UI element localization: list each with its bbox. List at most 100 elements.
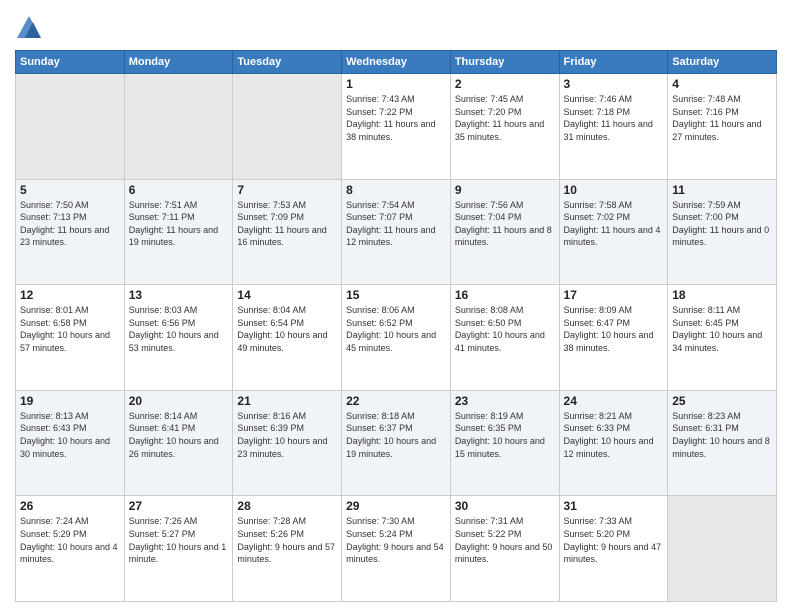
calendar-cell: 18Sunrise: 8:11 AM Sunset: 6:45 PM Dayli… bbox=[668, 285, 777, 391]
calendar-cell: 16 Sunrise: 8:08 AM Sunset: 6:50 PM Dayli… bbox=[450, 285, 559, 391]
day-number: 3 bbox=[564, 77, 664, 91]
day-info: Sunrise: 7:24 AM Sunset: 5:29 PM Dayligh… bbox=[20, 515, 120, 565]
day-info: Sunrise: 8:08 AM Sunset: 6:50 PM Dayligh… bbox=[455, 304, 555, 354]
day-number: 2 bbox=[455, 77, 555, 91]
day-number: 28 bbox=[237, 499, 337, 513]
day-info: Sunrise: 7:26 AM Sunset: 5:27 PM Dayligh… bbox=[129, 515, 229, 565]
calendar-cell: 1 Sunrise: 7:43 AM Sunset: 7:22 PM Daylig… bbox=[342, 74, 451, 180]
day-info: Sunrise: 8:06 AM Sunset: 6:52 PM Dayligh… bbox=[346, 304, 446, 354]
calendar-cell: 30Sunrise: 7:31 AM Sunset: 5:22 PM Dayli… bbox=[450, 496, 559, 602]
day-number: 31 bbox=[564, 499, 664, 513]
calendar-cell: 19 Sunrise: 8:13 AM Sunset: 6:43 PM Dayli… bbox=[16, 390, 125, 496]
calendar-cell: 12Sunrise: 8:01 AM Sunset: 6:58 PM Dayli… bbox=[16, 285, 125, 391]
day-number: 8 bbox=[346, 183, 446, 197]
day-info: Sunrise: 7:28 AM Sunset: 5:26 PM Dayligh… bbox=[237, 515, 337, 565]
calendar-cell: 11Sunrise: 7:59 AM Sunset: 7:00 PM Dayli… bbox=[668, 179, 777, 285]
weekday-header-wednesday: Wednesday bbox=[342, 51, 451, 74]
calendar-cell: 17 Sunrise: 8:09 AM Sunset: 6:47 PM Dayli… bbox=[559, 285, 668, 391]
calendar-cell bbox=[668, 496, 777, 602]
weekday-header-monday: Monday bbox=[124, 51, 233, 74]
day-info: Sunrise: 7:54 AM Sunset: 7:07 PM Dayligh… bbox=[346, 199, 446, 249]
calendar-cell: 6 Sunrise: 7:51 AM Sunset: 7:11 PM Daylig… bbox=[124, 179, 233, 285]
day-number: 26 bbox=[20, 499, 120, 513]
day-number: 30 bbox=[455, 499, 555, 513]
calendar-cell: 14Sunrise: 8:04 AM Sunset: 6:54 PM Dayli… bbox=[233, 285, 342, 391]
day-info: Sunrise: 8:03 AM Sunset: 6:56 PM Dayligh… bbox=[129, 304, 229, 354]
day-info: Sunrise: 7:48 AM Sunset: 7:16 PM Dayligh… bbox=[672, 93, 772, 143]
day-number: 22 bbox=[346, 394, 446, 408]
calendar-cell: 27Sunrise: 7:26 AM Sunset: 5:27 PM Dayli… bbox=[124, 496, 233, 602]
day-number: 10 bbox=[564, 183, 664, 197]
calendar-cell: 3 Sunrise: 7:46 AM Sunset: 7:18 PM Daylig… bbox=[559, 74, 668, 180]
calendar-week-row: 12Sunrise: 8:01 AM Sunset: 6:58 PM Dayli… bbox=[16, 285, 777, 391]
day-number: 5 bbox=[20, 183, 120, 197]
weekday-header-sunday: Sunday bbox=[16, 51, 125, 74]
calendar-week-row: 5 Sunrise: 7:50 AM Sunset: 7:13 PM Daylig… bbox=[16, 179, 777, 285]
day-info: Sunrise: 7:43 AM Sunset: 7:22 PM Dayligh… bbox=[346, 93, 446, 143]
page: SundayMondayTuesdayWednesdayThursdayFrid… bbox=[0, 0, 792, 612]
calendar-cell: 29 Sunrise: 7:30 AM Sunset: 5:24 PM Dayli… bbox=[342, 496, 451, 602]
day-info: Sunrise: 7:50 AM Sunset: 7:13 PM Dayligh… bbox=[20, 199, 120, 249]
weekday-header-tuesday: Tuesday bbox=[233, 51, 342, 74]
day-number: 9 bbox=[455, 183, 555, 197]
calendar-cell: 26 Sunrise: 7:24 AM Sunset: 5:29 PM Dayli… bbox=[16, 496, 125, 602]
day-info: Sunrise: 8:11 AM Sunset: 6:45 PM Dayligh… bbox=[672, 304, 772, 354]
logo-icon bbox=[15, 14, 43, 42]
day-number: 25 bbox=[672, 394, 772, 408]
weekday-header-row: SundayMondayTuesdayWednesdayThursdayFrid… bbox=[16, 51, 777, 74]
calendar-cell: 22 Sunrise: 8:18 AM Sunset: 6:37 PM Dayli… bbox=[342, 390, 451, 496]
weekday-header-thursday: Thursday bbox=[450, 51, 559, 74]
day-number: 20 bbox=[129, 394, 229, 408]
header bbox=[15, 10, 777, 42]
day-number: 1 bbox=[346, 77, 446, 91]
weekday-header-saturday: Saturday bbox=[668, 51, 777, 74]
calendar-cell: 9 Sunrise: 7:56 AM Sunset: 7:04 PM Daylig… bbox=[450, 179, 559, 285]
calendar-cell: 23 Sunrise: 8:19 AM Sunset: 6:35 PM Dayli… bbox=[450, 390, 559, 496]
day-info: Sunrise: 7:46 AM Sunset: 7:18 PM Dayligh… bbox=[564, 93, 664, 143]
day-info: Sunrise: 8:23 AM Sunset: 6:31 PM Dayligh… bbox=[672, 410, 772, 460]
day-number: 15 bbox=[346, 288, 446, 302]
day-number: 13 bbox=[129, 288, 229, 302]
day-info: Sunrise: 8:01 AM Sunset: 6:58 PM Dayligh… bbox=[20, 304, 120, 354]
day-number: 29 bbox=[346, 499, 446, 513]
day-info: Sunrise: 7:53 AM Sunset: 7:09 PM Dayligh… bbox=[237, 199, 337, 249]
day-info: Sunrise: 7:51 AM Sunset: 7:11 PM Dayligh… bbox=[129, 199, 229, 249]
day-info: Sunrise: 8:09 AM Sunset: 6:47 PM Dayligh… bbox=[564, 304, 664, 354]
calendar-cell: 15 Sunrise: 8:06 AM Sunset: 6:52 PM Dayli… bbox=[342, 285, 451, 391]
calendar-cell: 2Sunrise: 7:45 AM Sunset: 7:20 PM Daylig… bbox=[450, 74, 559, 180]
calendar-cell: 25 Sunrise: 8:23 AM Sunset: 6:31 PM Dayli… bbox=[668, 390, 777, 496]
day-info: Sunrise: 7:33 AM Sunset: 5:20 PM Dayligh… bbox=[564, 515, 664, 565]
calendar-cell: 21Sunrise: 8:16 AM Sunset: 6:39 PM Dayli… bbox=[233, 390, 342, 496]
calendar-cell: 28 Sunrise: 7:28 AM Sunset: 5:26 PM Dayli… bbox=[233, 496, 342, 602]
logo bbox=[15, 14, 47, 42]
day-info: Sunrise: 7:59 AM Sunset: 7:00 PM Dayligh… bbox=[672, 199, 772, 249]
day-number: 24 bbox=[564, 394, 664, 408]
day-number: 19 bbox=[20, 394, 120, 408]
day-info: Sunrise: 7:56 AM Sunset: 7:04 PM Dayligh… bbox=[455, 199, 555, 249]
day-info: Sunrise: 8:14 AM Sunset: 6:41 PM Dayligh… bbox=[129, 410, 229, 460]
day-number: 17 bbox=[564, 288, 664, 302]
day-info: Sunrise: 8:16 AM Sunset: 6:39 PM Dayligh… bbox=[237, 410, 337, 460]
day-info: Sunrise: 7:58 AM Sunset: 7:02 PM Dayligh… bbox=[564, 199, 664, 249]
day-number: 4 bbox=[672, 77, 772, 91]
calendar-cell: 7Sunrise: 7:53 AM Sunset: 7:09 PM Daylig… bbox=[233, 179, 342, 285]
calendar-week-row: 1 Sunrise: 7:43 AM Sunset: 7:22 PM Daylig… bbox=[16, 74, 777, 180]
calendar-cell: 4 Sunrise: 7:48 AM Sunset: 7:16 PM Daylig… bbox=[668, 74, 777, 180]
day-number: 23 bbox=[455, 394, 555, 408]
day-number: 16 bbox=[455, 288, 555, 302]
day-info: Sunrise: 7:30 AM Sunset: 5:24 PM Dayligh… bbox=[346, 515, 446, 565]
calendar-cell bbox=[124, 74, 233, 180]
calendar-week-row: 19 Sunrise: 8:13 AM Sunset: 6:43 PM Dayli… bbox=[16, 390, 777, 496]
day-info: Sunrise: 8:19 AM Sunset: 6:35 PM Dayligh… bbox=[455, 410, 555, 460]
day-info: Sunrise: 8:04 AM Sunset: 6:54 PM Dayligh… bbox=[237, 304, 337, 354]
calendar-cell: 10 Sunrise: 7:58 AM Sunset: 7:02 PM Dayli… bbox=[559, 179, 668, 285]
calendar-cell: 13 Sunrise: 8:03 AM Sunset: 6:56 PM Dayli… bbox=[124, 285, 233, 391]
calendar-cell: 20 Sunrise: 8:14 AM Sunset: 6:41 PM Dayli… bbox=[124, 390, 233, 496]
calendar-cell: 5 Sunrise: 7:50 AM Sunset: 7:13 PM Daylig… bbox=[16, 179, 125, 285]
calendar-cell bbox=[16, 74, 125, 180]
day-info: Sunrise: 8:18 AM Sunset: 6:37 PM Dayligh… bbox=[346, 410, 446, 460]
calendar-cell: 8 Sunrise: 7:54 AM Sunset: 7:07 PM Daylig… bbox=[342, 179, 451, 285]
calendar-cell: 24Sunrise: 8:21 AM Sunset: 6:33 PM Dayli… bbox=[559, 390, 668, 496]
day-number: 6 bbox=[129, 183, 229, 197]
day-info: Sunrise: 8:13 AM Sunset: 6:43 PM Dayligh… bbox=[20, 410, 120, 460]
